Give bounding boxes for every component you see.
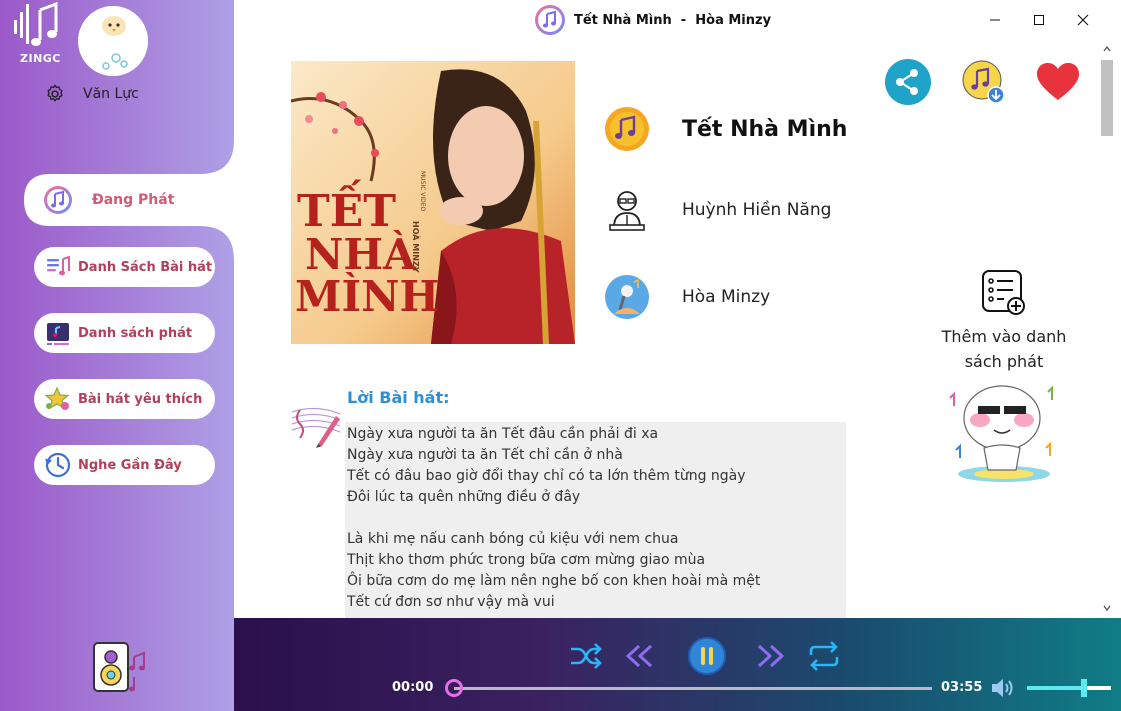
lyric-line: Là khi mẹ nấu canh bóng củ kiệu với nem …	[347, 531, 679, 547]
sidebar-item-favorites[interactable]: Bài hát yêu thích	[34, 379, 215, 419]
lyric-line: Ngày xưa người ta ăn Tết chỉ cần ở nhà	[347, 447, 623, 463]
lyric-line: Tết có đâu bao giờ đổi thay chỉ có ta lớ…	[347, 468, 746, 484]
lyric-line: Ôi bữa cơm do mẹ làm nên nghe bố con khe…	[347, 573, 761, 589]
title-bar: Tết Nhà Mình - Hòa Minzy	[234, 0, 1121, 40]
artist-row: Hòa Minzy	[604, 274, 770, 320]
share-button[interactable]	[884, 58, 932, 106]
current-time: 00:00	[392, 680, 434, 695]
music-app-icon	[535, 5, 565, 35]
window-title-text: Tết Nhà Mình - Hòa Minzy	[574, 12, 772, 28]
next-icon	[757, 644, 784, 668]
volume-knob[interactable]	[1081, 679, 1088, 697]
sidebar-item-playlist[interactable]: Danh sách phát	[34, 313, 215, 353]
repeat-button[interactable]	[804, 636, 844, 676]
history-clock-icon	[40, 447, 76, 483]
share-icon	[885, 59, 931, 105]
music-disc-icon	[604, 106, 650, 152]
progress-knob[interactable]	[445, 679, 463, 697]
sidebar-item-label: Danh Sách Bài hát	[78, 259, 213, 275]
shuffle-button[interactable]	[566, 636, 606, 676]
close-button[interactable]	[1061, 0, 1105, 40]
music-note-icon	[40, 182, 76, 218]
sidebar-item-label: Danh sách phát	[78, 325, 193, 341]
scroll-up-icon[interactable]	[1103, 46, 1111, 52]
sidebar-item-now-playing[interactable]: Đang Phát	[34, 180, 215, 220]
add-to-playlist-button[interactable]: Thêm vào danh sách phát	[934, 268, 1074, 374]
settings-gear-icon[interactable]	[44, 83, 66, 105]
lyric-line: Thịt kho thơm phức trong bữa cơm mừng gi…	[347, 552, 706, 568]
lyrics-staff-icon	[291, 407, 341, 448]
composer-icon	[604, 187, 650, 233]
previous-icon	[626, 644, 653, 668]
volume-slider[interactable]	[1027, 679, 1111, 697]
chick-avatar-icon	[78, 6, 148, 76]
shuffle-icon	[571, 643, 602, 669]
dancing-bear-sticker-icon	[949, 385, 1053, 482]
lyric-line: Ngày xưa người ta ăn Tết đâu cần phải đi…	[347, 426, 659, 442]
download-button[interactable]	[960, 58, 1008, 106]
minimize-button[interactable]	[973, 0, 1017, 40]
volume-level	[1027, 686, 1085, 690]
favorite-star-icon	[40, 381, 76, 417]
play-pause-button[interactable]	[685, 634, 729, 678]
sidebar-item-recent[interactable]: Nghe Gần Đây	[34, 445, 215, 485]
sidebar-item-song-list[interactable]: Danh Sách Bài hát	[34, 247, 215, 287]
scroll-down-icon[interactable]	[1103, 605, 1111, 611]
close-icon	[1077, 14, 1089, 26]
now-playing-panel: TẾT NHÀ MÌNH MUSIC VIDEO HOÀ MINZY Tết N…	[234, 40, 1121, 618]
song-list-icon	[40, 249, 76, 285]
svg-text:MÌNH: MÌNH	[295, 271, 439, 321]
player-controls-bar: 00:00 03:55	[234, 618, 1121, 711]
brand-name: ZINGC	[20, 52, 61, 65]
repeat-icon	[809, 641, 839, 671]
lyric-line	[347, 508, 844, 529]
song-title-row: Tết Nhà Mình	[604, 106, 847, 152]
singer-microphone-icon	[604, 274, 650, 320]
user-info: Văn Lực	[44, 83, 139, 105]
pause-icon	[688, 637, 726, 675]
total-time: 03:55	[941, 680, 983, 695]
avatar[interactable]	[78, 6, 148, 76]
svg-text:HOÀ MINZY: HOÀ MINZY	[411, 221, 422, 273]
composer-name: Huỳnh Hiền Năng	[682, 200, 832, 220]
sidebar-item-label: Đang Phát	[92, 192, 175, 208]
album-cover-image: TẾT NHÀ MÌNH MUSIC VIDEO HOÀ MINZY	[291, 61, 575, 344]
lyrics-text-box[interactable]: Ngày xưa người ta ăn Tết đâu cần phải đi…	[345, 422, 846, 618]
artist-name: Hòa Minzy	[682, 287, 771, 307]
song-title: Tết Nhà Mình	[682, 116, 848, 142]
progress-slider[interactable]	[445, 679, 932, 697]
composer-row: Huỳnh Hiền Năng	[604, 187, 831, 233]
playlist-video-icon	[40, 315, 76, 351]
vertical-scrollbar[interactable]	[1098, 40, 1116, 618]
sidebar-item-label: Nghe Gần Đây	[78, 457, 182, 473]
lyric-line: Tết cứ đơn sơ như vậy mà vui	[347, 594, 555, 610]
svg-text:MUSIC VIDEO: MUSIC VIDEO	[419, 171, 426, 212]
maximize-icon	[1034, 15, 1044, 25]
volume-icon[interactable]	[990, 676, 1016, 700]
lyrics-heading: Lời Bài hát:	[347, 388, 450, 407]
scrollbar-thumb[interactable]	[1101, 60, 1113, 136]
maximize-button[interactable]	[1017, 0, 1061, 40]
add-playlist-icon	[982, 270, 1025, 315]
sidebar-item-label: Bài hát yêu thích	[78, 391, 203, 407]
minimize-icon	[990, 19, 1000, 21]
speaker-music-icon	[93, 642, 145, 692]
lyric-line: Đôi lúc ta quên những điều ở đây	[347, 489, 581, 505]
next-button[interactable]	[750, 636, 790, 676]
album-title-art-text: TẾT	[297, 178, 396, 237]
sidebar: ZINGC Văn Lực Đang Phát Danh Sách Bài há…	[0, 0, 234, 711]
window-title: Tết Nhà Mình - Hòa Minzy	[534, 2, 771, 38]
previous-button[interactable]	[620, 636, 660, 676]
username: Văn Lực	[83, 86, 139, 102]
heart-icon	[1037, 63, 1079, 100]
favorite-button[interactable]	[1034, 58, 1082, 106]
add-to-playlist-label: Thêm vào danh sách phát	[941, 327, 1067, 371]
music-download-icon	[962, 60, 1005, 104]
